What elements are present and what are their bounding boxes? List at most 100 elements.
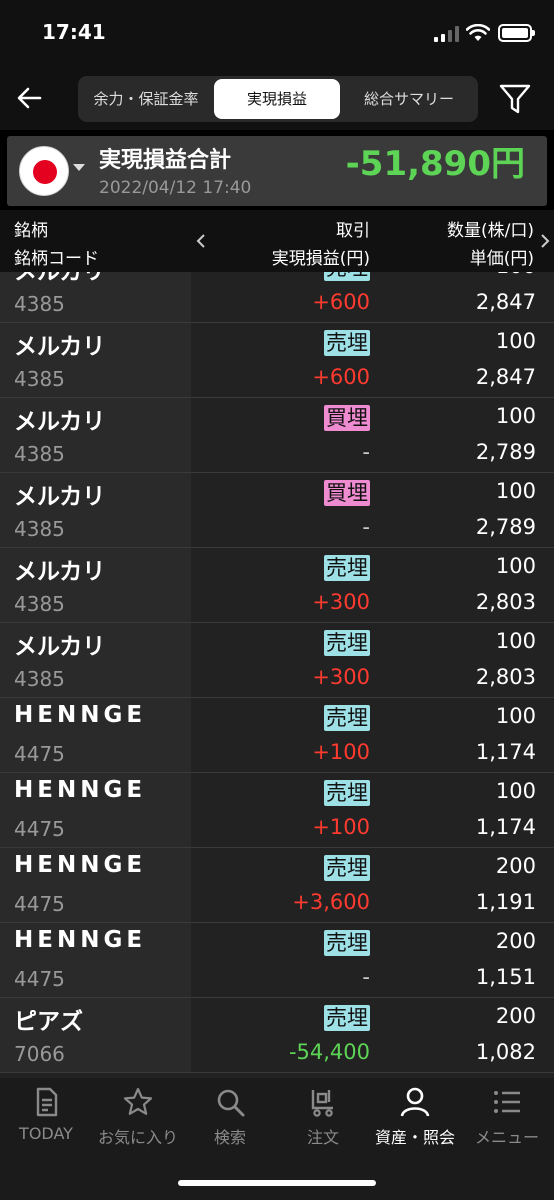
tab-label: お気に入り bbox=[97, 1128, 178, 1147]
table-row[interactable]: メルカリ 4385 売埋 +600 100 2,847 bbox=[0, 272, 554, 323]
realized-pl-list[interactable]: メルカリ 4385 売埋 +600 100 2,847 メルカリ 4385 売埋 +600 100 2… bbox=[0, 272, 554, 1078]
star-icon bbox=[92, 1086, 184, 1118]
unit-price-value: 1,191 bbox=[475, 890, 536, 914]
quantity-value: 200 bbox=[495, 1004, 536, 1028]
stock-code: 4385 bbox=[14, 442, 65, 466]
trade-type-badge: 売埋 bbox=[324, 705, 370, 731]
stock-code: 4475 bbox=[14, 967, 65, 991]
unit-price-value: 2,789 bbox=[475, 440, 536, 464]
status-bar: 17:41 bbox=[0, 0, 554, 70]
table-row[interactable]: HENNGE 4475 売埋 +100 100 1,174 bbox=[0, 698, 554, 773]
quantity-value: 100 bbox=[495, 554, 536, 578]
trade-type-badge: 売埋 bbox=[324, 555, 370, 581]
tab-label: TODAY bbox=[19, 1124, 73, 1143]
row-stock-cell: メルカリ 4385 bbox=[0, 623, 191, 697]
realized-pl-value: +300 bbox=[312, 590, 370, 614]
trade-type-badge: 売埋 bbox=[324, 855, 370, 881]
back-arrow-icon[interactable] bbox=[14, 82, 46, 114]
trade-type-badge: 売埋 bbox=[324, 1005, 370, 1031]
stock-name: HENNGE bbox=[14, 777, 147, 803]
cart-icon bbox=[277, 1086, 369, 1118]
table-row[interactable]: HENNGE 4475 売埋 +3,600 200 1,191 bbox=[0, 848, 554, 923]
realized-pl-value: - bbox=[362, 965, 370, 989]
chevron-down-icon[interactable] bbox=[73, 164, 85, 171]
table-row[interactable]: HENNGE 4475 売埋 +100 100 1,174 bbox=[0, 773, 554, 848]
table-row[interactable]: ピアズ 7066 売埋 -54,400 200 1,082 bbox=[0, 998, 554, 1073]
tab-assets[interactable]: 資産・照会 bbox=[369, 1086, 461, 1152]
tab-summary[interactable]: 総合サマリー bbox=[344, 79, 474, 119]
trade-type-badge: 売埋 bbox=[324, 930, 370, 956]
trade-type-badge: 売埋 bbox=[324, 330, 370, 356]
tab-label: 注文 bbox=[306, 1128, 339, 1147]
col-price-label: 単価(円) bbox=[469, 249, 534, 269]
realized-pl-value: +600 bbox=[312, 365, 370, 389]
trade-type-badge: 売埋 bbox=[324, 630, 370, 656]
quantity-value: 100 bbox=[496, 272, 536, 278]
stock-code: 4385 bbox=[14, 667, 65, 691]
table-row[interactable]: HENNGE 4475 売埋 - 200 1,151 bbox=[0, 923, 554, 998]
menu-icon bbox=[461, 1086, 553, 1118]
tab-search[interactable]: 検索 bbox=[184, 1086, 276, 1152]
table-row[interactable]: メルカリ 4385 売埋 +300 100 2,803 bbox=[0, 623, 554, 698]
chevron-left-icon[interactable] bbox=[194, 233, 208, 249]
stock-name: ピアズ bbox=[14, 1009, 83, 1035]
tab-margin-rate[interactable]: 余力・保証金率 bbox=[82, 79, 210, 119]
unit-price-value: 2,803 bbox=[475, 590, 536, 614]
unit-price-value: 2,847 bbox=[475, 290, 536, 314]
tab-order[interactable]: 注文 bbox=[277, 1086, 369, 1152]
stock-code: 4385 bbox=[14, 292, 65, 316]
chevron-right-icon[interactable] bbox=[538, 233, 552, 249]
row-detail-cell: 売埋 +100 100 1,174 bbox=[194, 773, 554, 847]
stock-name: メルカリ bbox=[14, 409, 106, 435]
row-detail-cell: 売埋 -54,400 200 1,082 bbox=[194, 998, 554, 1072]
trade-type-badge: 売埋 bbox=[324, 780, 370, 806]
tab-menu[interactable]: メニュー bbox=[461, 1086, 553, 1152]
table-row[interactable]: メルカリ 4385 売埋 +600 100 2,847 bbox=[0, 323, 554, 398]
filter-icon[interactable] bbox=[498, 82, 532, 116]
unit-price-value: 2,789 bbox=[475, 515, 536, 539]
person-icon bbox=[369, 1086, 461, 1118]
document-icon bbox=[0, 1086, 92, 1118]
segmented-control: 余力・保証金率 実現損益 総合サマリー bbox=[78, 76, 478, 122]
stock-name: メルカリ bbox=[14, 272, 106, 285]
unit-price-value: 1,151 bbox=[475, 965, 536, 989]
unit-price-value: 1,174 bbox=[475, 815, 536, 839]
row-stock-cell: HENNGE 4475 bbox=[0, 848, 191, 922]
battery-icon bbox=[498, 24, 535, 42]
wifi-icon bbox=[466, 24, 490, 41]
tab-today[interactable]: TODAY bbox=[0, 1086, 92, 1152]
row-divider bbox=[0, 1072, 554, 1073]
stock-name: HENNGE bbox=[14, 852, 147, 878]
stock-code: 4385 bbox=[14, 517, 65, 541]
japan-flag-icon[interactable] bbox=[19, 146, 69, 196]
trade-type-badge: 売埋 bbox=[324, 272, 370, 281]
search-icon bbox=[184, 1086, 276, 1118]
table-row[interactable]: メルカリ 4385 買埋 - 100 2,789 bbox=[0, 473, 554, 548]
realized-pl-value: -54,400 bbox=[288, 1040, 370, 1064]
col-pl-label: 実現損益(円) bbox=[271, 249, 370, 269]
table-row[interactable]: メルカリ 4385 売埋 +300 100 2,803 bbox=[0, 548, 554, 623]
table-row[interactable]: メルカリ 4385 買埋 - 100 2,789 bbox=[0, 398, 554, 473]
unit-price-value: 2,847 bbox=[475, 365, 536, 389]
realized-pl-value: +100 bbox=[312, 815, 370, 839]
stock-code: 7066 bbox=[14, 1042, 65, 1066]
row-stock-cell: メルカリ 4385 bbox=[0, 323, 191, 397]
realized-pl-value: +300 bbox=[312, 665, 370, 689]
quantity-value: 100 bbox=[495, 779, 536, 803]
quantity-value: 100 bbox=[495, 329, 536, 353]
stock-code: 4475 bbox=[14, 742, 65, 766]
quantity-value: 200 bbox=[495, 854, 536, 878]
summary-date: 2022/04/12 17:40 bbox=[99, 178, 252, 198]
row-stock-cell: メルカリ 4385 bbox=[0, 398, 191, 472]
row-detail-cell: 買埋 - 100 2,789 bbox=[194, 398, 554, 472]
tab-favorites[interactable]: お気に入り bbox=[92, 1086, 184, 1152]
tab-label: 資産・照会 bbox=[374, 1128, 455, 1147]
row-stock-cell: メルカリ 4385 bbox=[0, 272, 191, 322]
realized-pl-value: +3,600 bbox=[292, 890, 370, 914]
stock-code: 4475 bbox=[14, 817, 65, 841]
tab-label: 検索 bbox=[213, 1128, 246, 1147]
tab-realized-pl[interactable]: 実現損益 bbox=[214, 79, 340, 119]
col-qty-label: 数量(株/口) bbox=[447, 221, 534, 241]
row-detail-cell: 売埋 +600 100 2,847 bbox=[194, 272, 554, 322]
realized-pl-value: +600 bbox=[312, 290, 370, 314]
